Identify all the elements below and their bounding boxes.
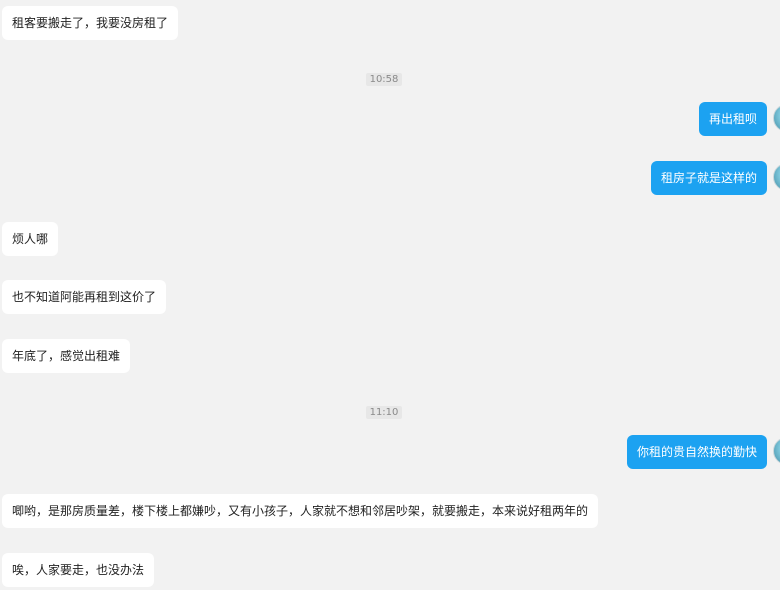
message-incoming: 租客要搬走了，我要没房租了 <box>2 6 179 40</box>
avatar[interactable] <box>773 437 780 465</box>
message-incoming: 烦人哪 <box>2 222 59 256</box>
avatar[interactable] <box>773 104 780 132</box>
timestamp: 11:10 <box>0 406 768 419</box>
message-incoming: 唧哟，是那房质量差，楼下楼上都嫌吵，又有小孩子，人家就不想和邻居吵架，就要搬走，… <box>2 494 599 528</box>
message-outgoing: 再出租呗 <box>698 102 767 136</box>
avatar[interactable] <box>773 163 780 191</box>
message-outgoing: 租房子就是这样的 <box>650 161 767 195</box>
message-incoming: 年底了，感觉出租难 <box>2 339 131 373</box>
message-outgoing: 你租的贵自然换的勤快 <box>626 435 767 469</box>
timestamp: 10:58 <box>0 73 768 86</box>
message-incoming: 也不知道阿能再租到这价了 <box>2 280 167 314</box>
message-incoming: 唉，人家要走，也没办法 <box>2 553 155 587</box>
